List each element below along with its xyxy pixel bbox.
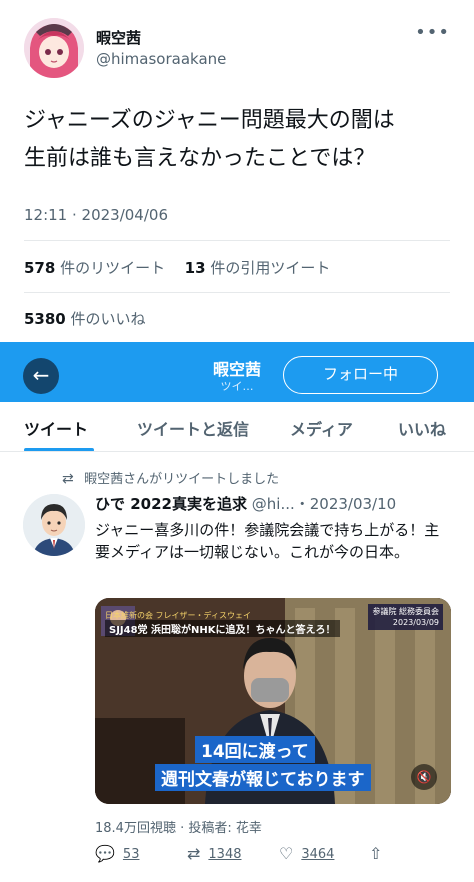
video-chyron: 参議院 総務委員会 2023/03/09	[368, 604, 443, 630]
tab-tweets-and-replies[interactable]: ツイートと返信	[137, 416, 249, 440]
heart-icon: ♡	[279, 844, 294, 863]
following-button[interactable]: フォロー中	[283, 356, 438, 394]
retweet-count: 1348	[208, 847, 242, 862]
retweet-icon: ⇄	[187, 844, 201, 863]
reply-count: 53	[122, 847, 140, 862]
profile-tabs: ツイート ツイートと返信 メディア いいね	[0, 402, 474, 452]
reply-button[interactable]: 💬 53	[95, 844, 139, 863]
profile-header-bar: ← 暇空茜 ツイ… フォロー中	[0, 342, 474, 402]
retweet-count-link[interactable]: 578 件のリツイート	[24, 259, 165, 277]
retweet-notice-text: 暇空茜さんがリツイートしました	[84, 472, 280, 487]
tweet-text-line-1: ジャニーズのジャニー問題最大の闇は	[24, 108, 395, 133]
inner-tweet-author-name[interactable]: ひで 2022真実を追求	[95, 495, 247, 513]
more-horizontal-icon[interactable]: •••	[415, 22, 450, 43]
video-subtitle-line-1: 14回に渡って	[195, 736, 315, 763]
avatar[interactable]	[24, 18, 84, 78]
quote-count: 13	[184, 259, 206, 277]
video-subtitle-line-2: 週刊文春が報じております	[155, 764, 371, 791]
tab-likes[interactable]: いいね	[398, 416, 446, 440]
retweet-icon: ⇄	[62, 471, 74, 487]
tweet-text-line-2: 生前は誰も言えなかったことでは？	[24, 146, 376, 171]
share-icon: ⇧	[369, 844, 383, 863]
divider	[24, 240, 450, 241]
tab-tweets[interactable]: ツイート	[24, 416, 88, 440]
tabs-divider	[0, 451, 474, 452]
video-chyron-line-1: 参議院 総務委員会	[372, 607, 439, 616]
reply-icon: 💬	[95, 844, 115, 863]
divider	[24, 292, 450, 293]
inner-tweet-header: ひで 2022真実を追求 @hi...・2023/03/10	[95, 493, 396, 514]
video-player[interactable]: 日本維新の会 フレイザー・ディスウェイ SJJ48党 浜田聡がNHKに追及！ちゃ…	[95, 598, 451, 804]
tab-media[interactable]: メディア	[290, 416, 353, 440]
inner-tweet-avatar[interactable]	[23, 494, 85, 556]
retweet-count: 578	[24, 259, 56, 277]
view-count: 18.4万回視聴 · 投稿者: 花幸	[95, 821, 262, 836]
share-button[interactable]: ⇧	[369, 844, 390, 863]
retweet-button[interactable]: ⇄ 1348	[187, 844, 242, 863]
engagement-stats: 578 件のリツイート 13 件の引用ツイート	[24, 257, 330, 278]
retweet-count-label: 件のリツイート	[60, 259, 166, 277]
inner-tweet-text: ジャニー喜多川の件！参議院会議で持ち上がる！主要メディアは一切報じない。これが今…	[95, 521, 440, 561]
video-chyron-line-2: 2023/03/09	[392, 618, 439, 627]
embedded-screenshot: ← 暇空茜 ツイ… フォロー中 ツイート ツイートと返信 メディア いいね ⇄ …	[0, 342, 474, 882]
tweet-text: ジャニーズのジャニー問題最大の闇は 生前は誰も言えなかったことでは？	[24, 102, 454, 178]
quote-count-link[interactable]: 13 件の引用ツイート	[185, 259, 331, 277]
like-button[interactable]: ♡ 3464	[279, 844, 334, 863]
tweet-timestamp[interactable]: 12:11 · 2023/04/06	[24, 206, 168, 224]
retweet-notice: ⇄ 暇空茜さんがリツイートしました	[62, 468, 279, 487]
like-count: 3464	[301, 847, 335, 862]
video-headline: SJJ48党 浜田聡がNHKに追及！ちゃんと答えろ！	[105, 620, 340, 637]
inner-tweet-meta[interactable]: @hi...・2023/03/10	[252, 495, 396, 513]
tweet-actions: 💬 53 ⇄ 1348 ♡ 3464 ⇧	[95, 844, 465, 868]
author-handle[interactable]: @himasoraakane	[96, 50, 226, 68]
author-name[interactable]: 暇空茜	[96, 27, 141, 48]
quote-count-label: 件の引用ツイート	[210, 259, 331, 277]
like-stats[interactable]: 5380 件のいいね	[24, 308, 146, 329]
like-count-label: 件のいいね	[70, 310, 146, 328]
mute-icon[interactable]: 🔇	[411, 764, 437, 790]
like-count: 5380	[24, 310, 66, 328]
